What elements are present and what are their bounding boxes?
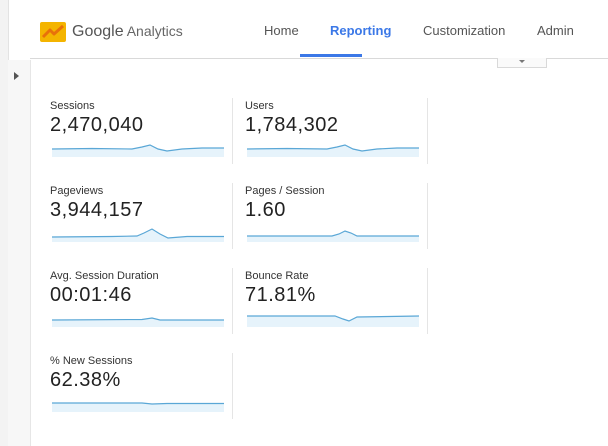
nav-reporting[interactable]: Reporting xyxy=(330,23,391,38)
metric-value: 62.38% xyxy=(50,369,121,391)
sparkline xyxy=(52,144,224,157)
nav-home[interactable]: Home xyxy=(264,23,299,38)
logo[interactable]: Google Analytics xyxy=(40,20,183,44)
column-divider xyxy=(427,98,428,164)
sparkline xyxy=(247,144,419,157)
column-divider xyxy=(427,268,428,334)
metric-label: Sessions xyxy=(50,100,95,112)
google-analytics-logo-icon xyxy=(40,22,66,42)
metric-value: 2,470,040 xyxy=(50,114,144,136)
column-divider xyxy=(232,353,233,419)
sidebar-toggle[interactable] xyxy=(8,60,31,446)
sparkline xyxy=(52,317,224,327)
metric-label: Pages / Session xyxy=(245,185,325,197)
top-navigation-bar: Google Analytics Home Reporting Customiz… xyxy=(30,0,608,59)
metric-sessions[interactable]: Sessions 2,470,040 xyxy=(50,100,228,174)
metric-label: % New Sessions xyxy=(50,355,133,367)
metric-value: 1.60 xyxy=(245,199,286,221)
metric-label: Users xyxy=(245,100,274,112)
metric-value: 3,944,157 xyxy=(50,199,144,221)
metric-label: Pageviews xyxy=(50,185,104,197)
column-divider xyxy=(427,183,428,249)
sparkline xyxy=(247,315,419,327)
metric-value: 1,784,302 xyxy=(245,114,339,136)
logo-google-text: Google xyxy=(72,23,124,40)
metric-avg-session-duration[interactable]: Avg. Session Duration 00:01:46 xyxy=(50,270,228,344)
nav-active-underline xyxy=(300,54,362,57)
sparkline xyxy=(52,402,224,412)
column-divider xyxy=(232,268,233,334)
logo-text: Google Analytics xyxy=(72,23,183,41)
metric-pages-per-session[interactable]: Pages / Session 1.60 xyxy=(245,185,423,259)
metric-new-sessions[interactable]: % New Sessions 62.38% xyxy=(50,355,228,429)
nav-customization[interactable]: Customization xyxy=(423,23,505,38)
dropdown-toggle[interactable] xyxy=(497,58,547,68)
nav-admin[interactable]: Admin xyxy=(537,23,574,38)
sparkline xyxy=(247,230,419,242)
metric-label: Avg. Session Duration xyxy=(50,270,159,282)
metric-users[interactable]: Users 1,784,302 xyxy=(245,100,423,174)
metric-value: 71.81% xyxy=(245,284,316,306)
metric-pageviews[interactable]: Pageviews 3,944,157 xyxy=(50,185,228,259)
column-divider xyxy=(232,183,233,249)
metric-label: Bounce Rate xyxy=(245,270,309,282)
metric-value: 00:01:46 xyxy=(50,284,132,306)
sparkline xyxy=(52,228,224,242)
triangle-right-icon xyxy=(14,72,19,80)
caret-down-icon xyxy=(519,60,525,63)
metric-bounce-rate[interactable]: Bounce Rate 71.81% xyxy=(245,270,423,344)
logo-analytics-text: Analytics xyxy=(126,23,183,39)
column-divider xyxy=(232,98,233,164)
